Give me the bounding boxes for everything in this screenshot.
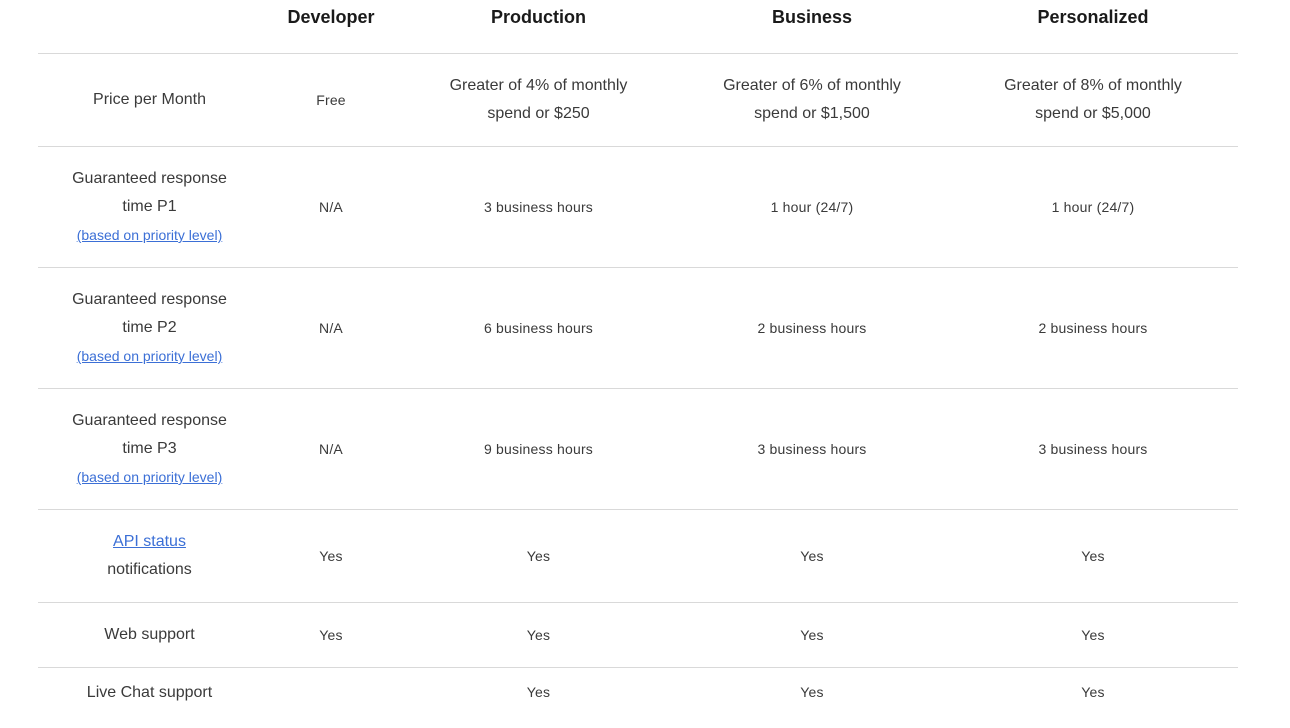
price-business: Greater of 6% of monthly spend or $1,500 xyxy=(676,54,948,146)
api-personalized-value: Yes xyxy=(1081,548,1105,564)
price-personalized: Greater of 8% of monthly spend or $5,000 xyxy=(948,54,1238,146)
pricing-comparison-table: Developer Production Business Personaliz… xyxy=(38,0,1238,728)
web-production-value: Yes xyxy=(526,627,551,643)
p3-personalized-value: 3 business hours xyxy=(1038,441,1148,457)
price-production-line2: spend or $250 xyxy=(487,105,590,122)
row-label-p2: Guaranteed response time P2 (based on pr… xyxy=(38,268,261,388)
p3-label-line1: Guaranteed response xyxy=(72,412,227,429)
web-production: Yes xyxy=(401,603,676,667)
p3-business: 3 business hours xyxy=(676,389,948,509)
p1-production-value: 3 business hours xyxy=(483,199,594,215)
p1-production: 3 business hours xyxy=(401,147,676,267)
p2-business: 2 business hours xyxy=(676,268,948,388)
p1-personalized: 1 hour (24/7) xyxy=(948,147,1238,267)
p2-personalized: 2 business hours xyxy=(948,268,1238,388)
chat-developer xyxy=(261,668,401,728)
p1-business-value: 1 hour (24/7) xyxy=(770,199,854,215)
table-row-price: Price per Month Free Greater of 4% of mo… xyxy=(38,54,1238,147)
p3-priority-link[interactable]: (based on priority level) xyxy=(77,463,223,491)
web-support-label: Web support xyxy=(104,626,195,643)
table-row-p1: Guaranteed response time P1 (based on pr… xyxy=(38,147,1238,268)
price-developer-value: Free xyxy=(316,92,346,108)
table-row-web-support: Web support Yes Yes Yes Yes xyxy=(38,603,1238,668)
p3-developer-value: N/A xyxy=(319,441,343,457)
web-business: Yes xyxy=(676,603,948,667)
web-personalized: Yes xyxy=(948,603,1238,667)
web-personalized-value: Yes xyxy=(1081,627,1105,643)
p1-label-line2: time P1 xyxy=(122,198,177,215)
api-status-link[interactable]: API status xyxy=(113,528,186,556)
p2-developer: N/A xyxy=(261,268,401,388)
p3-label-line2: time P3 xyxy=(122,440,177,457)
row-label-price: Price per Month xyxy=(38,54,261,146)
api-status-label-line2: notifications xyxy=(107,561,192,578)
p2-label-line1: Guaranteed response xyxy=(72,291,227,308)
web-developer: Yes xyxy=(261,603,401,667)
header-business: Business xyxy=(771,7,853,27)
api-developer-value: Yes xyxy=(319,548,343,564)
p2-label-line2: time P2 xyxy=(122,319,177,336)
chat-production-value: Yes xyxy=(526,684,551,700)
row-label-live-chat: Live Chat support xyxy=(38,668,261,728)
api-personalized: Yes xyxy=(948,510,1238,602)
table-row-api-status: API status notifications Yes Yes Yes Yes xyxy=(38,510,1238,603)
row-label-api-status: API status notifications xyxy=(38,510,261,602)
chat-personalized-value: Yes xyxy=(1081,684,1105,700)
table-row-p3: Guaranteed response time P3 (based on pr… xyxy=(38,389,1238,510)
price-production: Greater of 4% of monthly spend or $250 xyxy=(401,54,676,146)
p2-priority-link[interactable]: (based on priority level) xyxy=(77,342,223,370)
api-business: Yes xyxy=(676,510,948,602)
p3-business-value: 3 business hours xyxy=(757,441,867,457)
p3-personalized: 3 business hours xyxy=(948,389,1238,509)
p1-label-line1: Guaranteed response xyxy=(72,170,227,187)
chat-production: Yes xyxy=(401,668,676,728)
table-header-row: Developer Production Business Personaliz… xyxy=(38,0,1238,54)
price-label: Price per Month xyxy=(93,91,206,108)
p3-production-value: 9 business hours xyxy=(483,441,594,457)
p2-production-value: 6 business hours xyxy=(483,320,594,336)
api-production-value: Yes xyxy=(526,548,551,564)
web-developer-value: Yes xyxy=(319,627,343,643)
chat-business-value: Yes xyxy=(800,684,824,700)
p2-personalized-value: 2 business hours xyxy=(1038,320,1148,336)
price-personalized-line1: Greater of 8% of monthly xyxy=(1004,77,1182,94)
p1-personalized-value: 1 hour (24/7) xyxy=(1051,199,1135,215)
header-personalized: Personalized xyxy=(1037,7,1149,27)
live-chat-label: Live Chat support xyxy=(86,684,213,701)
price-business-line2: spend or $1,500 xyxy=(754,105,870,122)
p1-business: 1 hour (24/7) xyxy=(676,147,948,267)
p3-production: 9 business hours xyxy=(401,389,676,509)
api-developer: Yes xyxy=(261,510,401,602)
chat-personalized: Yes xyxy=(948,668,1238,728)
row-label-p3: Guaranteed response time P3 (based on pr… xyxy=(38,389,261,509)
header-production: Production xyxy=(491,7,586,27)
row-label-web-support: Web support xyxy=(38,603,261,667)
chat-business: Yes xyxy=(676,668,948,728)
p2-developer-value: N/A xyxy=(319,320,343,336)
price-business-line1: Greater of 6% of monthly xyxy=(723,77,901,94)
p2-business-value: 2 business hours xyxy=(757,320,867,336)
header-empty-cell xyxy=(38,0,261,53)
table-row-p2: Guaranteed response time P2 (based on pr… xyxy=(38,268,1238,389)
row-label-p1: Guaranteed response time P1 (based on pr… xyxy=(38,147,261,267)
p1-priority-link[interactable]: (based on priority level) xyxy=(77,221,223,249)
p3-developer: N/A xyxy=(261,389,401,509)
price-developer: Free xyxy=(261,54,401,146)
api-business-value: Yes xyxy=(800,548,824,564)
api-production: Yes xyxy=(401,510,676,602)
price-personalized-line2: spend or $5,000 xyxy=(1035,105,1151,122)
price-production-line1: Greater of 4% of monthly xyxy=(449,77,628,94)
p2-production: 6 business hours xyxy=(401,268,676,388)
header-developer: Developer xyxy=(287,7,375,27)
p1-developer-value: N/A xyxy=(319,199,343,215)
web-business-value: Yes xyxy=(800,627,824,643)
table-row-live-chat: Live Chat support Yes Yes Yes xyxy=(38,668,1238,728)
p1-developer: N/A xyxy=(261,147,401,267)
